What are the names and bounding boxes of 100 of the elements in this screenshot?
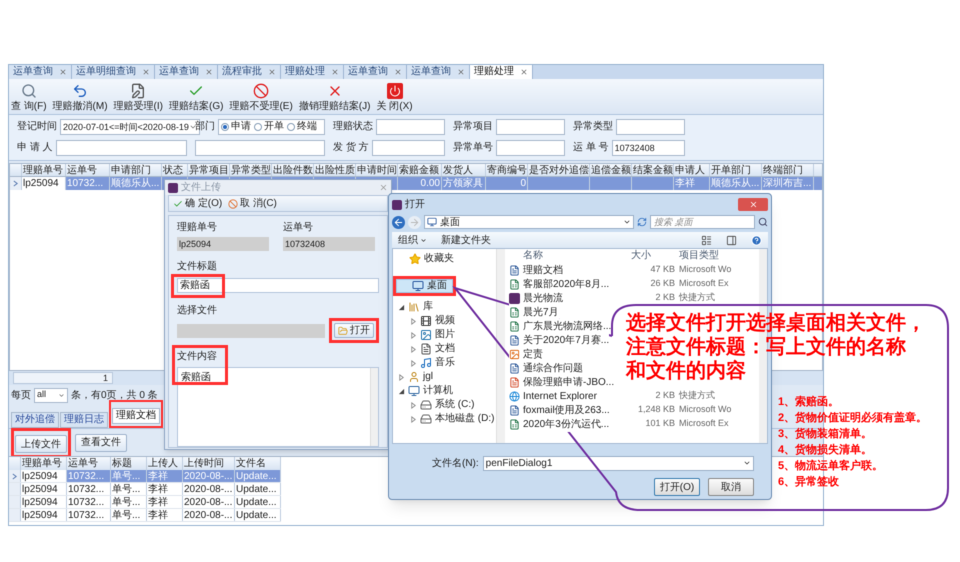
dropdown-icon[interactable] [623,218,631,226]
radio-option[interactable]: 终端 [287,119,317,135]
app-tab[interactable]: 运单查询 [407,65,470,79]
text-field[interactable] [372,140,445,156]
app-tab[interactable]: 运单明细查询 [72,65,155,79]
search-field[interactable]: 搜索 桌面 [650,215,755,229]
back-icon[interactable] [392,216,405,228]
table-row[interactable]: lp25094 10732... 单号... 李祥 2020-08-... Update... [9,509,281,522]
per-page-select[interactable]: all [34,388,68,402]
nav-item[interactable]: 收藏夹 [393,252,496,266]
column-header[interactable]: 状态 [162,164,188,176]
nav-item[interactable]: 视频 [393,314,496,328]
column-header[interactable]: 异常类型 [230,164,272,176]
open-file-button[interactable]: 打开 [334,323,374,338]
nav-item[interactable]: 计算机 [393,384,496,398]
dialog-toolbar-button[interactable]: 确 定(O) [173,196,222,211]
file-item[interactable]: 2020年3份汽运代... [509,416,610,432]
close-icon[interactable] [205,68,213,76]
radio-option[interactable]: 开单 [254,119,284,135]
text-field[interactable]: 10732408 [612,140,685,156]
file-item[interactable]: 晨光物流 [509,290,563,306]
column-header[interactable]: 发货人 [442,164,486,176]
column-header[interactable]: 运单号 [66,164,110,176]
scrollbar[interactable] [370,368,378,446]
dialog-button[interactable]: 取消 [708,478,754,496]
column-header[interactable]: 名称 [509,249,631,263]
text-field[interactable] [376,119,445,135]
toolbar-button[interactable]: 撤销理赔结案(J) [298,83,370,112]
nav-item[interactable]: 音乐 [393,356,496,370]
dropdown-icon[interactable] [188,123,197,131]
close-icon[interactable] [331,68,339,76]
column-header[interactable]: 终端部门 [762,164,814,176]
column-header[interactable]: 寄商编号 [486,164,528,176]
column-header[interactable]: 出险性质 [314,164,356,176]
file-item[interactable]: 保险理赔申请-JBO... [509,374,614,390]
table-row[interactable]: lp25094 10732... 单号... 李祥 2020-08-... Update... [9,470,281,483]
dialog-button[interactable]: 打开(O) [654,478,700,496]
close-icon[interactable] [394,68,402,76]
column-header[interactable]: 出险件数 [272,164,314,176]
text-field[interactable] [616,119,685,135]
filename-field[interactable]: penFileDialog1 [482,456,754,470]
collapsed-arrow-icon[interactable] [410,402,417,408]
nav-item[interactable]: jgl [393,370,496,384]
file-item[interactable]: 通综合作问题 [509,360,583,376]
collapsed-arrow-icon[interactable] [410,318,417,324]
app-tab[interactable]: 运单查询 [9,65,72,79]
toolbar-button[interactable]: 理赔撤消(M) [52,83,108,112]
preview-pane-icon[interactable] [726,234,737,246]
refresh-icon[interactable] [637,217,647,227]
file-item[interactable]: 客服部2020年8月... [509,276,610,292]
text-field[interactable] [496,140,565,156]
table-row[interactable]: lp25094 10732... 单号... 李祥 2020-08-... Update... [9,483,281,496]
close-button[interactable] [738,198,768,211]
organize-menu[interactable]: 组织 [398,232,427,248]
search-icon[interactable] [758,217,768,227]
app-tab[interactable]: 流程审批 [218,65,281,79]
file-path-field[interactable] [177,324,325,338]
file-item[interactable]: 广东晨光物流网络... [509,318,612,334]
radio-option[interactable]: 申请 [221,119,251,135]
collapsed-arrow-icon[interactable] [410,346,417,352]
page-number-field[interactable]: 1 [13,372,113,384]
nav-item[interactable]: 图片 [393,328,496,342]
nav-item[interactable]: 系统 (C:) [393,398,496,412]
action-button[interactable]: 上传文件 [15,435,67,453]
file-item[interactable]: 晨光7月 [509,304,559,320]
collapsed-arrow-icon[interactable] [398,374,405,380]
app-tab[interactable]: 运单查询 [344,65,407,79]
toolbar-button[interactable]: 关 闭(X) [376,83,413,112]
file-item[interactable]: Internet Explorer [509,388,597,404]
column-header[interactable]: 开单部门 [710,164,762,176]
column-header[interactable]: 大小 [631,249,679,263]
action-button[interactable]: 查看文件 [75,434,127,452]
radio-icon[interactable] [221,123,229,131]
nav-item[interactable]: 本地磁盘 (D:) [393,412,496,426]
column-header[interactable]: 索赔金额 [398,164,442,176]
column-header[interactable]: 是否对外追偿 [528,164,590,176]
column-header[interactable]: 申请时间 [356,164,398,176]
detail-tab[interactable]: 理赔文档 [112,408,160,424]
collapsed-arrow-icon[interactable] [410,332,417,338]
toolbar-button[interactable]: 理赔受理(I) [114,83,163,112]
file-item[interactable]: 定责 [509,346,543,362]
help-icon[interactable] [751,234,762,246]
close-icon[interactable] [379,183,388,192]
text-field[interactable] [56,140,187,156]
column-header[interactable]: 理赔单号 [22,164,66,176]
file-item[interactable]: 理赔文档 [509,262,563,278]
file-item[interactable]: foxmail使用及263... [509,402,610,418]
column-header[interactable]: 异常项目 [188,164,230,176]
collapsed-arrow-icon[interactable] [410,416,417,422]
file-item[interactable]: 关于2020年7月赛... [509,332,610,348]
close-icon[interactable] [142,68,150,76]
detail-tab[interactable]: 理赔日志 [60,412,108,428]
close-icon[interactable] [457,68,465,76]
toolbar-button[interactable]: 理赔结案(G) [169,83,224,112]
column-header[interactable]: 追偿金额 [590,164,632,176]
table-row[interactable]: lp25094 10732... 单号... 李祥 2020-08-... Update... [9,496,281,509]
address-bar[interactable]: 桌面 [424,215,634,229]
nav-item[interactable]: 库 [393,300,496,314]
content-textarea[interactable]: 索赔函 [177,367,379,447]
text-field[interactable] [195,140,325,156]
